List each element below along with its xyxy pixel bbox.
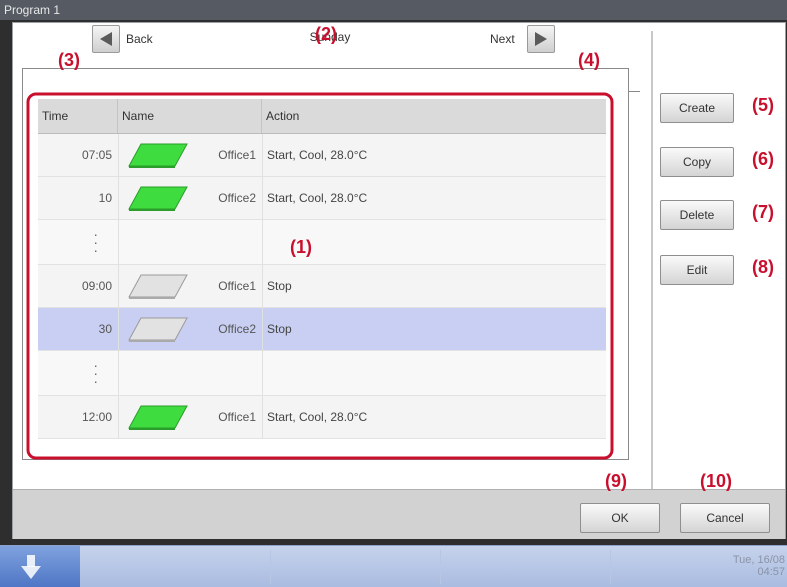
down-arrow-icon — [21, 554, 41, 579]
table-row-selected[interactable]: 30 Office2 Stop — [38, 308, 606, 351]
taskbar-clock: Tue, 16/08 04:57 — [733, 554, 785, 578]
back-label[interactable]: Back — [126, 32, 153, 46]
next-nav[interactable]: Next — [490, 25, 555, 53]
unit-on-icon — [128, 186, 188, 211]
edit-button[interactable]: Edit — [660, 255, 734, 285]
unit-on-icon — [128, 143, 188, 168]
unit-on-icon — [128, 405, 188, 430]
copy-button[interactable]: Copy — [660, 147, 734, 177]
window-frame: Program 1 Back Sunday Next Time Name Act… — [0, 0, 787, 545]
taskbar: Tue, 16/08 04:57 — [0, 545, 787, 587]
callout-6: (6) — [752, 149, 774, 169]
vertical-ellipsis-icon: · · · — [93, 357, 98, 389]
callout-9: (9) — [605, 471, 627, 491]
row-name: Office1 — [218, 410, 256, 424]
next-label[interactable]: Next — [490, 32, 515, 46]
window-title: Program 1 — [0, 0, 787, 20]
bottom-bar — [13, 489, 785, 539]
vertical-ellipsis-icon: · · · — [93, 226, 98, 258]
callout-5: (5) — [752, 95, 774, 115]
row-time: 10 — [98, 191, 112, 205]
unit-off-icon — [128, 317, 188, 342]
callout-1: (1) — [290, 237, 312, 257]
callout-4: (4) — [578, 50, 600, 70]
cancel-button[interactable]: Cancel — [680, 503, 770, 533]
callout-7: (7) — [752, 202, 774, 222]
row-name: Office2 — [218, 322, 256, 336]
taskbar-separator — [440, 550, 441, 584]
row-name: Office1 — [218, 148, 256, 162]
row-time: 09:00 — [81, 279, 112, 293]
taskbar-separator — [610, 550, 611, 584]
row-name: Office2 — [218, 191, 256, 205]
callout-3: (3) — [58, 50, 80, 70]
header-action: Action — [266, 109, 300, 123]
row-name: Office1 — [218, 279, 256, 293]
row-time: 12:00 — [81, 410, 112, 424]
panel-divider — [651, 31, 653, 489]
table-row[interactable]: 10 Office2 Start, Cool, 28.0°C — [38, 177, 606, 220]
callout-2: (2) — [315, 24, 337, 44]
back-arrow-button[interactable] — [92, 25, 120, 53]
back-nav[interactable]: Back — [92, 25, 153, 53]
row-time: 30 — [98, 322, 112, 336]
row-action: Stop — [262, 265, 606, 307]
table-row-continuation: · · · — [38, 351, 606, 396]
taskbar-separator — [270, 550, 271, 584]
menu-button[interactable] — [0, 546, 80, 587]
right-arrow-icon — [534, 32, 547, 46]
table-row[interactable]: 09:00 Office1 Stop — [38, 265, 606, 308]
table-row[interactable]: 12:00 Office1 Start, Cool, 28.0°C — [38, 396, 606, 439]
clock-date: Tue, 16/08 — [732, 554, 785, 566]
delete-button[interactable]: Delete — [660, 200, 734, 230]
clock-time: 04:57 — [757, 566, 785, 578]
create-button[interactable]: Create — [660, 93, 734, 123]
table-row[interactable]: 07:05 Office1 Start, Cool, 28.0°C — [38, 134, 606, 177]
header-name: Name — [118, 99, 262, 133]
callout-10: (10) — [700, 471, 733, 491]
row-action: Start, Cool, 28.0°C — [262, 134, 606, 176]
left-arrow-icon — [100, 32, 112, 46]
row-action: Stop — [262, 308, 606, 350]
row-time: 07:05 — [81, 148, 112, 162]
row-action: Start, Cool, 28.0°C — [262, 177, 606, 219]
table-header: Time Name Action — [38, 99, 606, 134]
header-time: Time — [38, 99, 118, 133]
schedule-table: Time Name Action 07:05 Office1 Start, Co… — [38, 99, 606, 439]
unit-off-icon — [128, 274, 188, 299]
next-arrow-button[interactable] — [526, 25, 555, 53]
ok-button[interactable]: OK — [580, 503, 660, 533]
table-row-continuation: · · · — [38, 220, 606, 265]
row-action: Start, Cool, 28.0°C — [262, 396, 606, 438]
callout-8: (8) — [752, 257, 774, 277]
